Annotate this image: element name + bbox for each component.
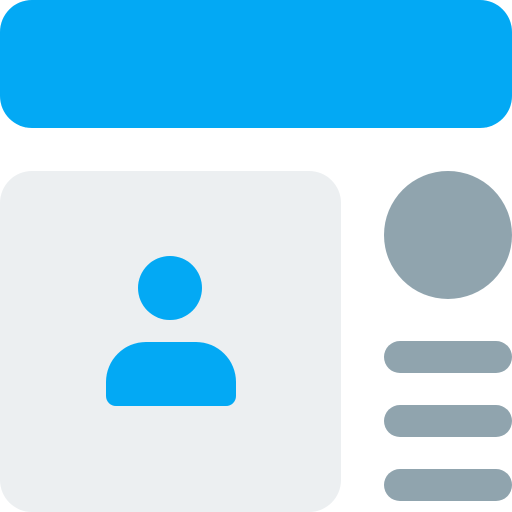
user-icon [106,256,236,406]
profile-card-illustration [0,0,512,512]
user-body-icon [106,342,236,406]
header-bar [0,0,512,128]
line-item-3 [384,469,512,501]
circle-avatar [384,171,512,299]
line-item-1 [384,341,512,373]
line-item-2 [384,405,512,437]
user-head-icon [138,256,202,320]
